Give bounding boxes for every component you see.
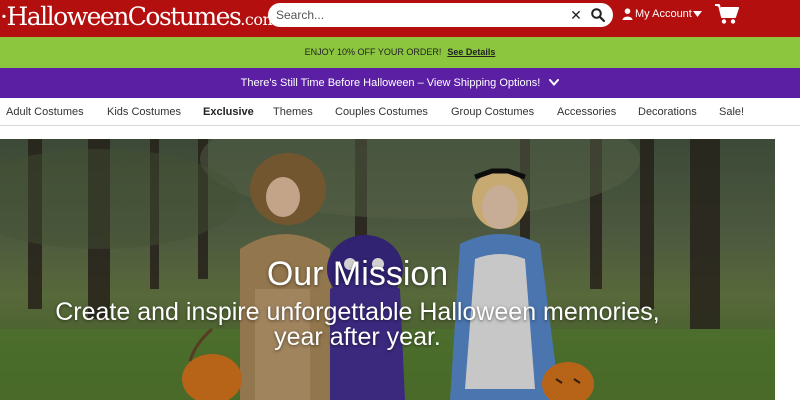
- search-bar: ✕: [268, 3, 613, 27]
- search-input[interactable]: [276, 6, 556, 24]
- site-header: ·HalloweenCostumes.com ✕ My Account: [0, 0, 800, 37]
- hero-subtitle-line-1: Create and inspire unforgettable Hallowe…: [55, 298, 660, 326]
- close-icon[interactable]: ✕: [568, 6, 584, 24]
- nav-item-themes[interactable]: Themes: [273, 98, 313, 126]
- nav-item-accessories[interactable]: Accessories: [557, 98, 616, 126]
- hero-subtitle-line-2: year after year.: [274, 323, 441, 351]
- promo-banner: ENJOY 10% OFF YOUR ORDER! See Details: [0, 37, 800, 68]
- nav-item-group-costumes[interactable]: Group Costumes: [451, 98, 534, 126]
- nav-item-adult-costumes[interactable]: Adult Costumes: [6, 98, 84, 126]
- nav-item-kids-costumes[interactable]: Kids Costumes: [107, 98, 181, 126]
- nav-item-decorations[interactable]: Decorations: [638, 98, 697, 126]
- caret-down-icon: [692, 11, 702, 18]
- my-account-menu[interactable]: My Account: [622, 5, 702, 23]
- search-icon[interactable]: [590, 7, 606, 23]
- shipping-text[interactable]: There's Still Time Before Halloween – Vi…: [241, 77, 541, 89]
- hero-subtitle: Create and inspire unforgettable Hallowe…: [0, 300, 715, 350]
- category-nav: Adult Costumes Kids Costumes Exclusive T…: [0, 98, 800, 126]
- hero-title: Our Mission: [266, 255, 449, 293]
- nav-item-exclusive[interactable]: Exclusive: [203, 98, 254, 126]
- promo-text: ENJOY 10% OFF YOUR ORDER!: [304, 47, 442, 57]
- cart-icon[interactable]: [715, 3, 739, 25]
- shipping-banner[interactable]: There's Still Time Before Halloween – Vi…: [0, 68, 800, 98]
- site-logo[interactable]: ·HalloweenCostumes.com: [0, 2, 278, 32]
- nav-item-couples-costumes[interactable]: Couples Costumes: [335, 98, 428, 126]
- chevron-down-icon[interactable]: [549, 78, 560, 86]
- user-icon: [622, 8, 633, 21]
- my-account-label[interactable]: My Account: [635, 8, 692, 20]
- see-details-link[interactable]: See Details: [447, 47, 495, 57]
- hero-banner: Our Mission Create and inspire unforgett…: [0, 139, 775, 400]
- logo-text[interactable]: HalloweenCostumes: [6, 2, 241, 31]
- nav-item-sale[interactable]: Sale!: [719, 98, 744, 126]
